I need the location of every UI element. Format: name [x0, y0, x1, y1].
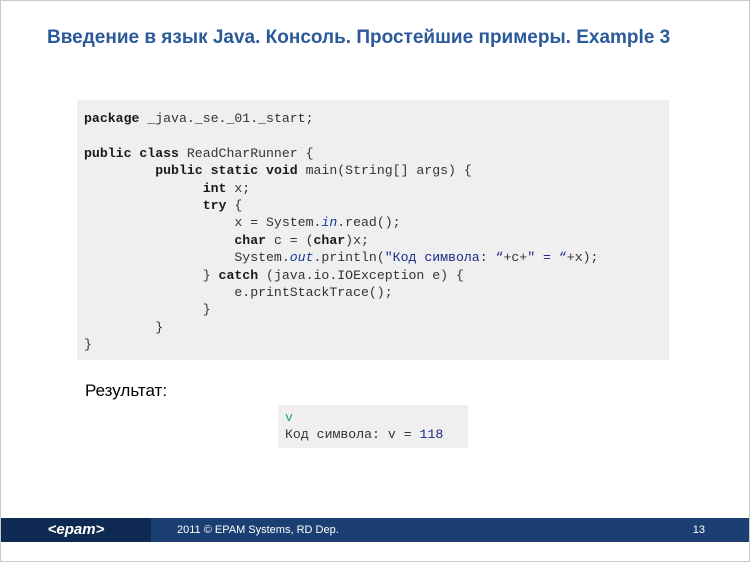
epam-logo: <epam>: [1, 518, 151, 542]
code-text: c = (: [266, 232, 314, 248]
code-line-9: System.out.println("Код символа: “+c+" =…: [84, 249, 669, 266]
code-text: +c+: [503, 250, 528, 266]
code-line-4: public static void main(String[] args) {: [84, 162, 669, 179]
code-text: )x;: [345, 232, 369, 248]
code-text: }: [84, 267, 219, 283]
code-line-10: } catch (java.io.IOException e) {: [84, 267, 669, 284]
code-keyword: catch: [218, 267, 259, 283]
code-line-6: try {: [84, 197, 669, 214]
console-result-text: Код символа: v =: [285, 427, 420, 442]
code-keyword: try: [202, 197, 227, 213]
code-block: package _java._se._01._start; public cla…: [77, 100, 669, 360]
code-line-3: public class ReadCharRunner {: [84, 145, 669, 162]
code-keyword: int: [202, 180, 227, 196]
code-text: _java._se._01._start;: [139, 111, 314, 126]
result-label: Результат:: [85, 381, 168, 400]
code-line-7: x = System.in.read();: [84, 214, 669, 231]
code-text: System.: [84, 250, 290, 266]
console-result-line: Код символа: v = 118: [285, 426, 468, 443]
code-text: ReadCharRunner {: [178, 145, 314, 161]
code-line-13: }: [84, 319, 164, 335]
code-text: x = System.: [84, 215, 322, 231]
console-input-echo: v: [285, 410, 293, 425]
code-line-1: package _java._se._01._start;: [84, 110, 669, 127]
code-text: {: [226, 197, 243, 213]
code-string: " = “: [527, 250, 567, 266]
code-text: .println(: [313, 250, 385, 266]
code-text: (java.io.IOException e) {: [258, 267, 464, 283]
code-keyword: char: [313, 232, 346, 248]
slide-title: Введение в язык Java. Консоль. Простейши…: [47, 27, 671, 48]
footer-bar: <epam> 2011 © EPAM Systems, RD Dep. 13: [1, 518, 749, 542]
code-keyword: char: [234, 232, 267, 248]
code-line-12: }: [84, 302, 211, 318]
code-keyword: package: [84, 111, 140, 126]
code-line-5: int x;: [84, 180, 669, 197]
code-string: "Код символа: “: [384, 250, 504, 266]
page-number: 13: [692, 524, 705, 536]
code-italic: out: [289, 250, 314, 266]
code-line-11: e.printStackTrace();: [84, 284, 393, 300]
code-text: .read();: [337, 215, 401, 231]
code-text: main(String[] args) {: [297, 163, 472, 179]
footer-copyright: 2011 © EPAM Systems, RD Dep.: [177, 524, 339, 536]
code-line-14: }: [84, 337, 92, 353]
console-output: v Код символа: v = 118: [278, 405, 468, 448]
code-line-8: char c = (char)x;: [84, 232, 669, 249]
code-text: +x);: [566, 250, 599, 266]
slide: Введение в язык Java. Консоль. Простейши…: [0, 0, 750, 562]
code-italic: in: [321, 215, 338, 231]
code-keyword: public class: [84, 145, 179, 161]
code-text: x;: [226, 180, 251, 196]
console-result-value: 118: [419, 427, 444, 442]
code-keyword: public static void: [155, 163, 298, 179]
